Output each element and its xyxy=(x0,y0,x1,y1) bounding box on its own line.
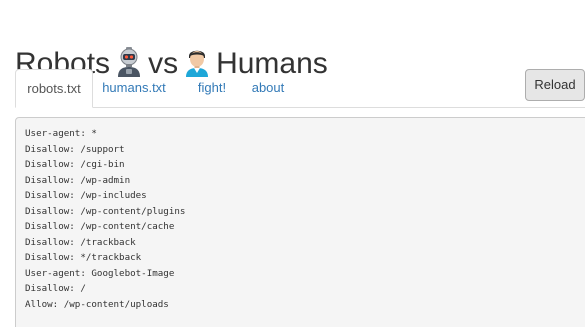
tab-robots-txt[interactable]: robots.txt xyxy=(15,69,93,108)
tab-bar: robots.txt humans.txt fight! about xyxy=(15,69,585,108)
code-line: Disallow: /wp-admin xyxy=(25,174,131,186)
code-line: Disallow: /trackback xyxy=(25,236,136,248)
tab-humans-txt[interactable]: humans.txt xyxy=(97,69,171,107)
tab-fight[interactable]: fight! xyxy=(185,69,239,107)
robots-txt-content: User-agent: * Disallow: /support Disallo… xyxy=(15,117,585,327)
reload-button[interactable]: Reload xyxy=(525,69,585,101)
code-line: User-agent: * xyxy=(25,128,97,139)
code-line: Disallow: /support xyxy=(25,143,125,155)
code-line: Allow: /wp-content/uploads xyxy=(25,298,169,310)
tab-about[interactable]: about xyxy=(243,69,293,107)
code-line: User-agent: Googlebot-Image xyxy=(25,267,175,279)
code-line: Disallow: /wp-content/plugins xyxy=(25,205,186,217)
code-line: Disallow: / xyxy=(25,283,86,294)
code-line: Disallow: /cgi-bin xyxy=(25,159,125,170)
code-line: Disallow: */trackback xyxy=(25,252,142,263)
code-line: Disallow: /wp-includes xyxy=(25,190,147,201)
code-line: Disallow: /wp-content/cache xyxy=(25,221,175,232)
